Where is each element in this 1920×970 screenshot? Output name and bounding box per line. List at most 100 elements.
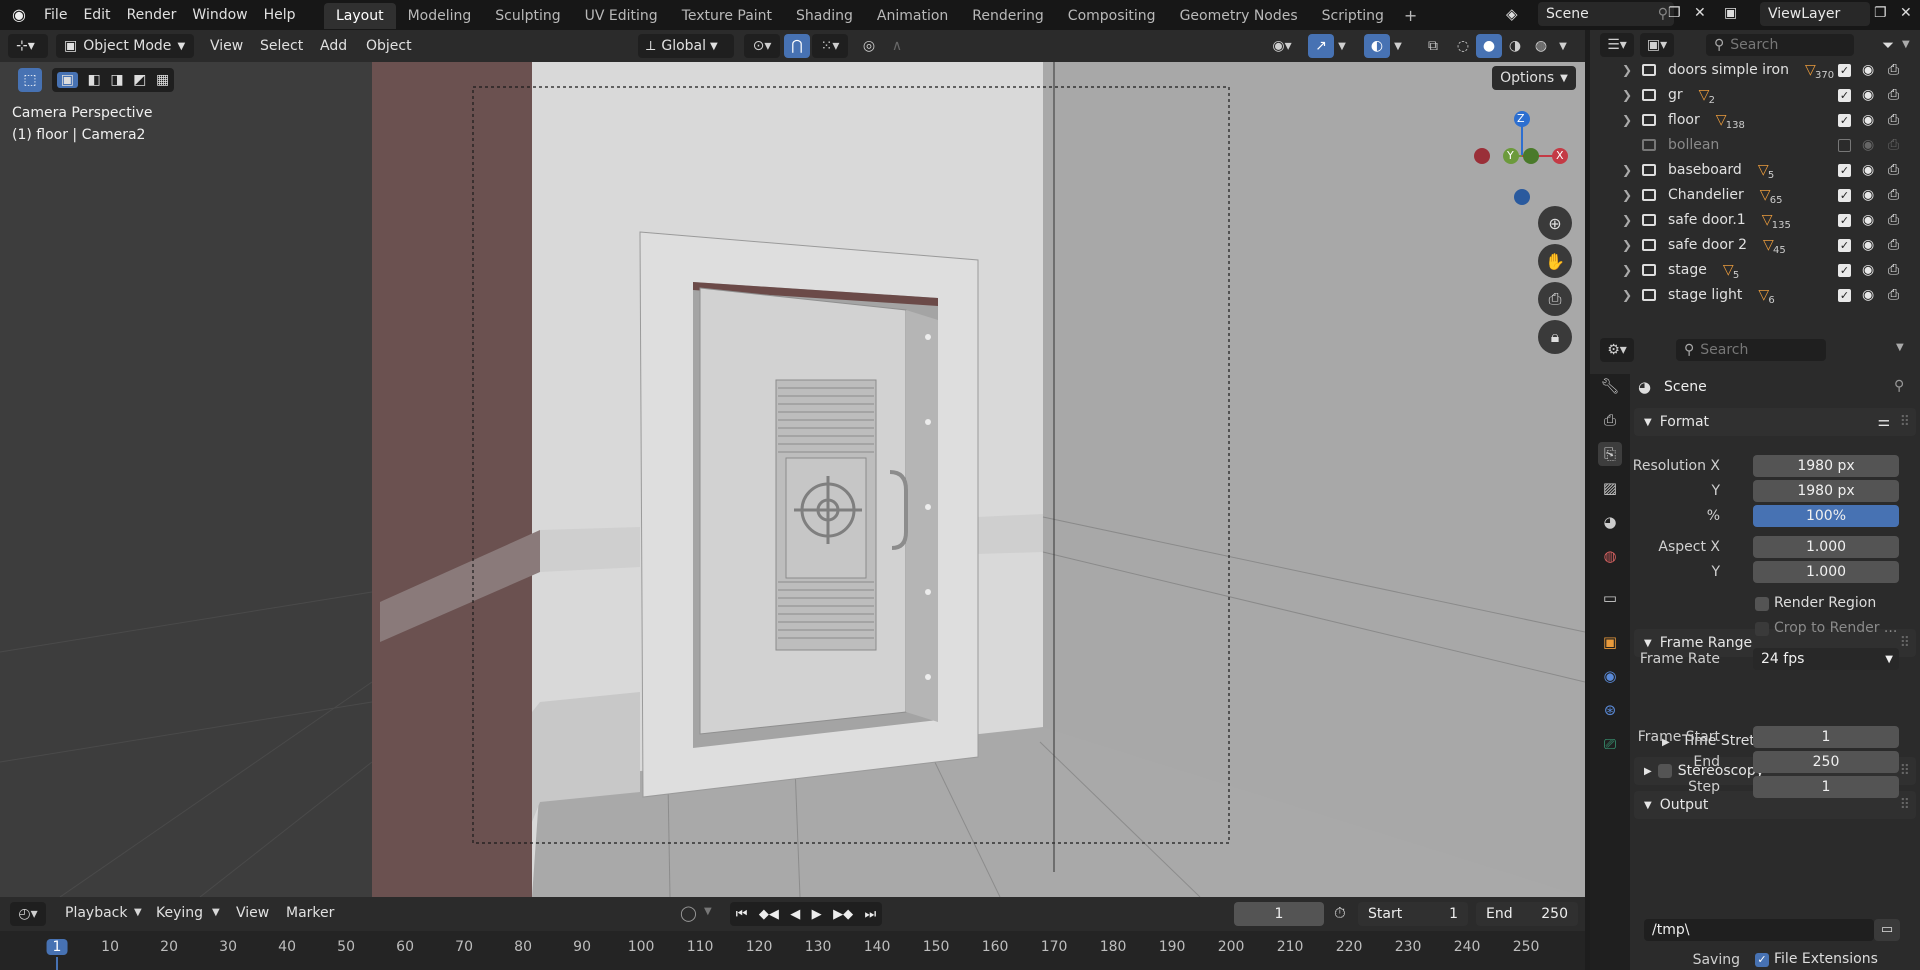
next-keyframe-icon[interactable]: ▶◆ xyxy=(833,907,853,922)
snap-toggle[interactable]: ⋂ xyxy=(784,34,810,58)
outliner-row-name[interactable]: stage light xyxy=(1668,287,1742,303)
expand-chevron-icon[interactable]: ❯ xyxy=(1622,163,1632,177)
crop-to-render-checkbox[interactable] xyxy=(1755,622,1769,636)
exclude-checkbox[interactable]: ✓ xyxy=(1838,213,1851,227)
outliner-row[interactable]: ❯ Chandelier ▽ 65 ✓ ◉ ⎙ xyxy=(1590,183,1920,207)
select-new-icon[interactable]: ▣ xyxy=(56,72,79,88)
outliner-row[interactable]: ❯ gr ▽ 2 ✓ ◉ ⎙ xyxy=(1590,83,1920,107)
outliner-row[interactable]: ❯ safe door 2 ▽ 45 ✓ ◉ ⎙ xyxy=(1590,233,1920,257)
play-reverse-icon[interactable]: ◀ xyxy=(790,907,800,922)
tab-modeling[interactable]: Modeling xyxy=(396,3,484,29)
expand-chevron-icon[interactable]: ❯ xyxy=(1622,88,1632,102)
expand-chevron-icon[interactable]: ❯ xyxy=(1622,238,1632,252)
eye-icon[interactable]: ◉ xyxy=(1862,262,1874,278)
outliner-row-name[interactable]: doors simple iron xyxy=(1668,62,1789,78)
outliner-row-name[interactable]: safe door 2 xyxy=(1668,237,1747,253)
eye-icon[interactable]: ◉ xyxy=(1862,112,1874,128)
render-camera-icon[interactable]: ⎙ xyxy=(1888,62,1899,78)
remove-view-layer-icon[interactable]: ✕ xyxy=(1900,5,1912,21)
outliner-row-name[interactable]: Chandelier xyxy=(1668,187,1744,203)
shading-rendered[interactable]: ◍ xyxy=(1528,34,1554,58)
modifier-tab-icon[interactable]: ◉ xyxy=(1598,664,1622,688)
exclude-checkbox[interactable]: ✓ xyxy=(1838,113,1851,127)
zoom-button[interactable]: ⊕ xyxy=(1538,206,1572,240)
eye-icon[interactable]: ◉ xyxy=(1862,87,1874,103)
frame-rate-dropdown[interactable]: 24 fps ▼ xyxy=(1753,648,1899,670)
frame-step-field[interactable]: 1 xyxy=(1753,776,1899,798)
tab-layout[interactable]: Layout xyxy=(324,3,396,29)
tab-uv-editing[interactable]: UV Editing xyxy=(573,3,670,29)
render-region-label[interactable]: Render Region xyxy=(1774,595,1876,611)
outliner-row-name[interactable]: bollean xyxy=(1668,137,1719,153)
pan-button[interactable]: ✋ xyxy=(1538,244,1572,278)
aspect-x-field[interactable]: 1.000 xyxy=(1753,536,1899,558)
overlay-toggle[interactable]: ◐ xyxy=(1364,34,1390,58)
visibility-button[interactable]: ◉▾ xyxy=(1264,34,1300,58)
tab-sculpting[interactable]: Sculpting xyxy=(483,3,572,29)
select-subtract-icon[interactable]: ◨ xyxy=(110,72,123,88)
outliner-options-icon[interactable]: ▼ xyxy=(1902,39,1910,50)
jump-end-icon[interactable]: ⏭ xyxy=(865,907,877,922)
gizmo-x-label[interactable]: X xyxy=(1556,149,1564,162)
timeline-menu-marker[interactable]: Marker xyxy=(286,905,334,921)
expand-chevron-icon[interactable]: ❯ xyxy=(1622,113,1632,127)
view-layer-icon[interactable]: ▣ xyxy=(1724,5,1737,21)
display-mode-button[interactable]: ▣▾ xyxy=(1640,33,1674,57)
xray-toggle[interactable]: ⧉ xyxy=(1420,34,1446,58)
outliner-row-name[interactable]: safe door.1 xyxy=(1668,212,1746,228)
proportional-edit-toggle[interactable]: ◎ xyxy=(856,34,882,58)
exclude-checkbox[interactable]: ✓ xyxy=(1838,88,1851,102)
scene-selector[interactable]: Scene ⚲ xyxy=(1538,2,1674,26)
render-camera-icon[interactable]: ⎙ xyxy=(1888,87,1899,103)
output-path-field[interactable]: /tmp\ xyxy=(1644,919,1874,941)
format-panel-header[interactable]: ▼ Format ⚌ ⠿ xyxy=(1634,408,1916,436)
eye-icon[interactable]: ◉ xyxy=(1862,62,1874,78)
file-extensions-label[interactable]: File Extensions xyxy=(1774,951,1878,967)
jump-start-icon[interactable]: ⏮ xyxy=(736,907,748,922)
overlay-dropdown[interactable]: ▼ xyxy=(1390,34,1406,58)
filter-icon[interactable]: ⏷ xyxy=(1882,36,1894,54)
eye-icon[interactable]: ◉ xyxy=(1862,162,1874,178)
eye-icon[interactable]: ◉ xyxy=(1862,212,1874,228)
eye-icon[interactable]: ◉ xyxy=(1862,237,1874,253)
playhead-line[interactable] xyxy=(56,957,58,970)
gizmo-y-label[interactable]: Y xyxy=(1507,149,1514,162)
browse-folder-button[interactable]: ▭ xyxy=(1874,919,1900,941)
timeline-menu-keying[interactable]: Keying xyxy=(156,905,203,921)
exclude-checkbox[interactable]: ✓ xyxy=(1838,188,1851,202)
object-mode-dropdown[interactable]: ▣ Object Mode ▼ xyxy=(56,34,194,58)
shading-material[interactable]: ◑ xyxy=(1502,34,1528,58)
physics-tab-icon[interactable]: ⊛ xyxy=(1598,698,1622,722)
new-scene-icon[interactable]: ❐ xyxy=(1668,5,1681,21)
outliner-row[interactable]: ❯ stage ▽ 5 ✓ ◉ ⎙ xyxy=(1590,258,1920,282)
drag-handle-icon[interactable]: ⠿ xyxy=(1900,797,1910,813)
select-extend-icon[interactable]: ◧ xyxy=(88,72,101,88)
transform-orientation-dropdown[interactable]: ⟂ Global ▼ xyxy=(638,34,734,58)
chevron-down-icon[interactable]: ▼ xyxy=(1896,342,1904,353)
eye-icon[interactable]: ◉ xyxy=(1862,137,1874,153)
menu-help[interactable]: Help xyxy=(256,7,304,23)
tab-geometry-nodes[interactable]: Geometry Nodes xyxy=(1168,3,1310,29)
render-camera-icon[interactable]: ⎙ xyxy=(1888,162,1899,178)
view-layer-selector[interactable]: ViewLayer xyxy=(1760,2,1870,26)
menu-file[interactable]: File xyxy=(36,7,75,23)
exclude-checkbox[interactable]: ✓ xyxy=(1838,238,1851,252)
tab-texture-paint[interactable]: Texture Paint xyxy=(670,3,784,29)
render-camera-icon[interactable]: ⎙ xyxy=(1888,262,1899,278)
exclude-checkbox[interactable]: ✓ xyxy=(1838,63,1851,77)
frame-end-field[interactable]: 250 xyxy=(1753,751,1899,773)
timeline-editor-type[interactable]: ◴▾ xyxy=(10,902,46,926)
falloff-button[interactable]: ∧ xyxy=(884,34,910,58)
render-camera-icon[interactable]: ⎙ xyxy=(1888,187,1899,203)
render-tab-icon[interactable]: ⎙ xyxy=(1598,408,1622,432)
pivot-point-button[interactable]: ⊙▾ xyxy=(744,34,780,58)
properties-search-input[interactable]: ⚲ Search xyxy=(1676,339,1826,361)
exclude-checkbox[interactable]: ✓ xyxy=(1838,163,1851,177)
current-frame-field[interactable]: 1 xyxy=(1234,902,1324,926)
editor-type-button[interactable]: ⊹▾ xyxy=(8,34,48,58)
keyframe-dropdown-icon[interactable]: ▼ xyxy=(704,906,712,917)
tab-compositing[interactable]: Compositing xyxy=(1056,3,1168,29)
camera-view-button[interactable]: ⎙ xyxy=(1538,282,1572,316)
select-mode-buttons[interactable]: ▣ ◧ ◨ ◩ ▦ xyxy=(52,68,174,92)
resolution-x-field[interactable]: 1980 px xyxy=(1753,455,1899,477)
